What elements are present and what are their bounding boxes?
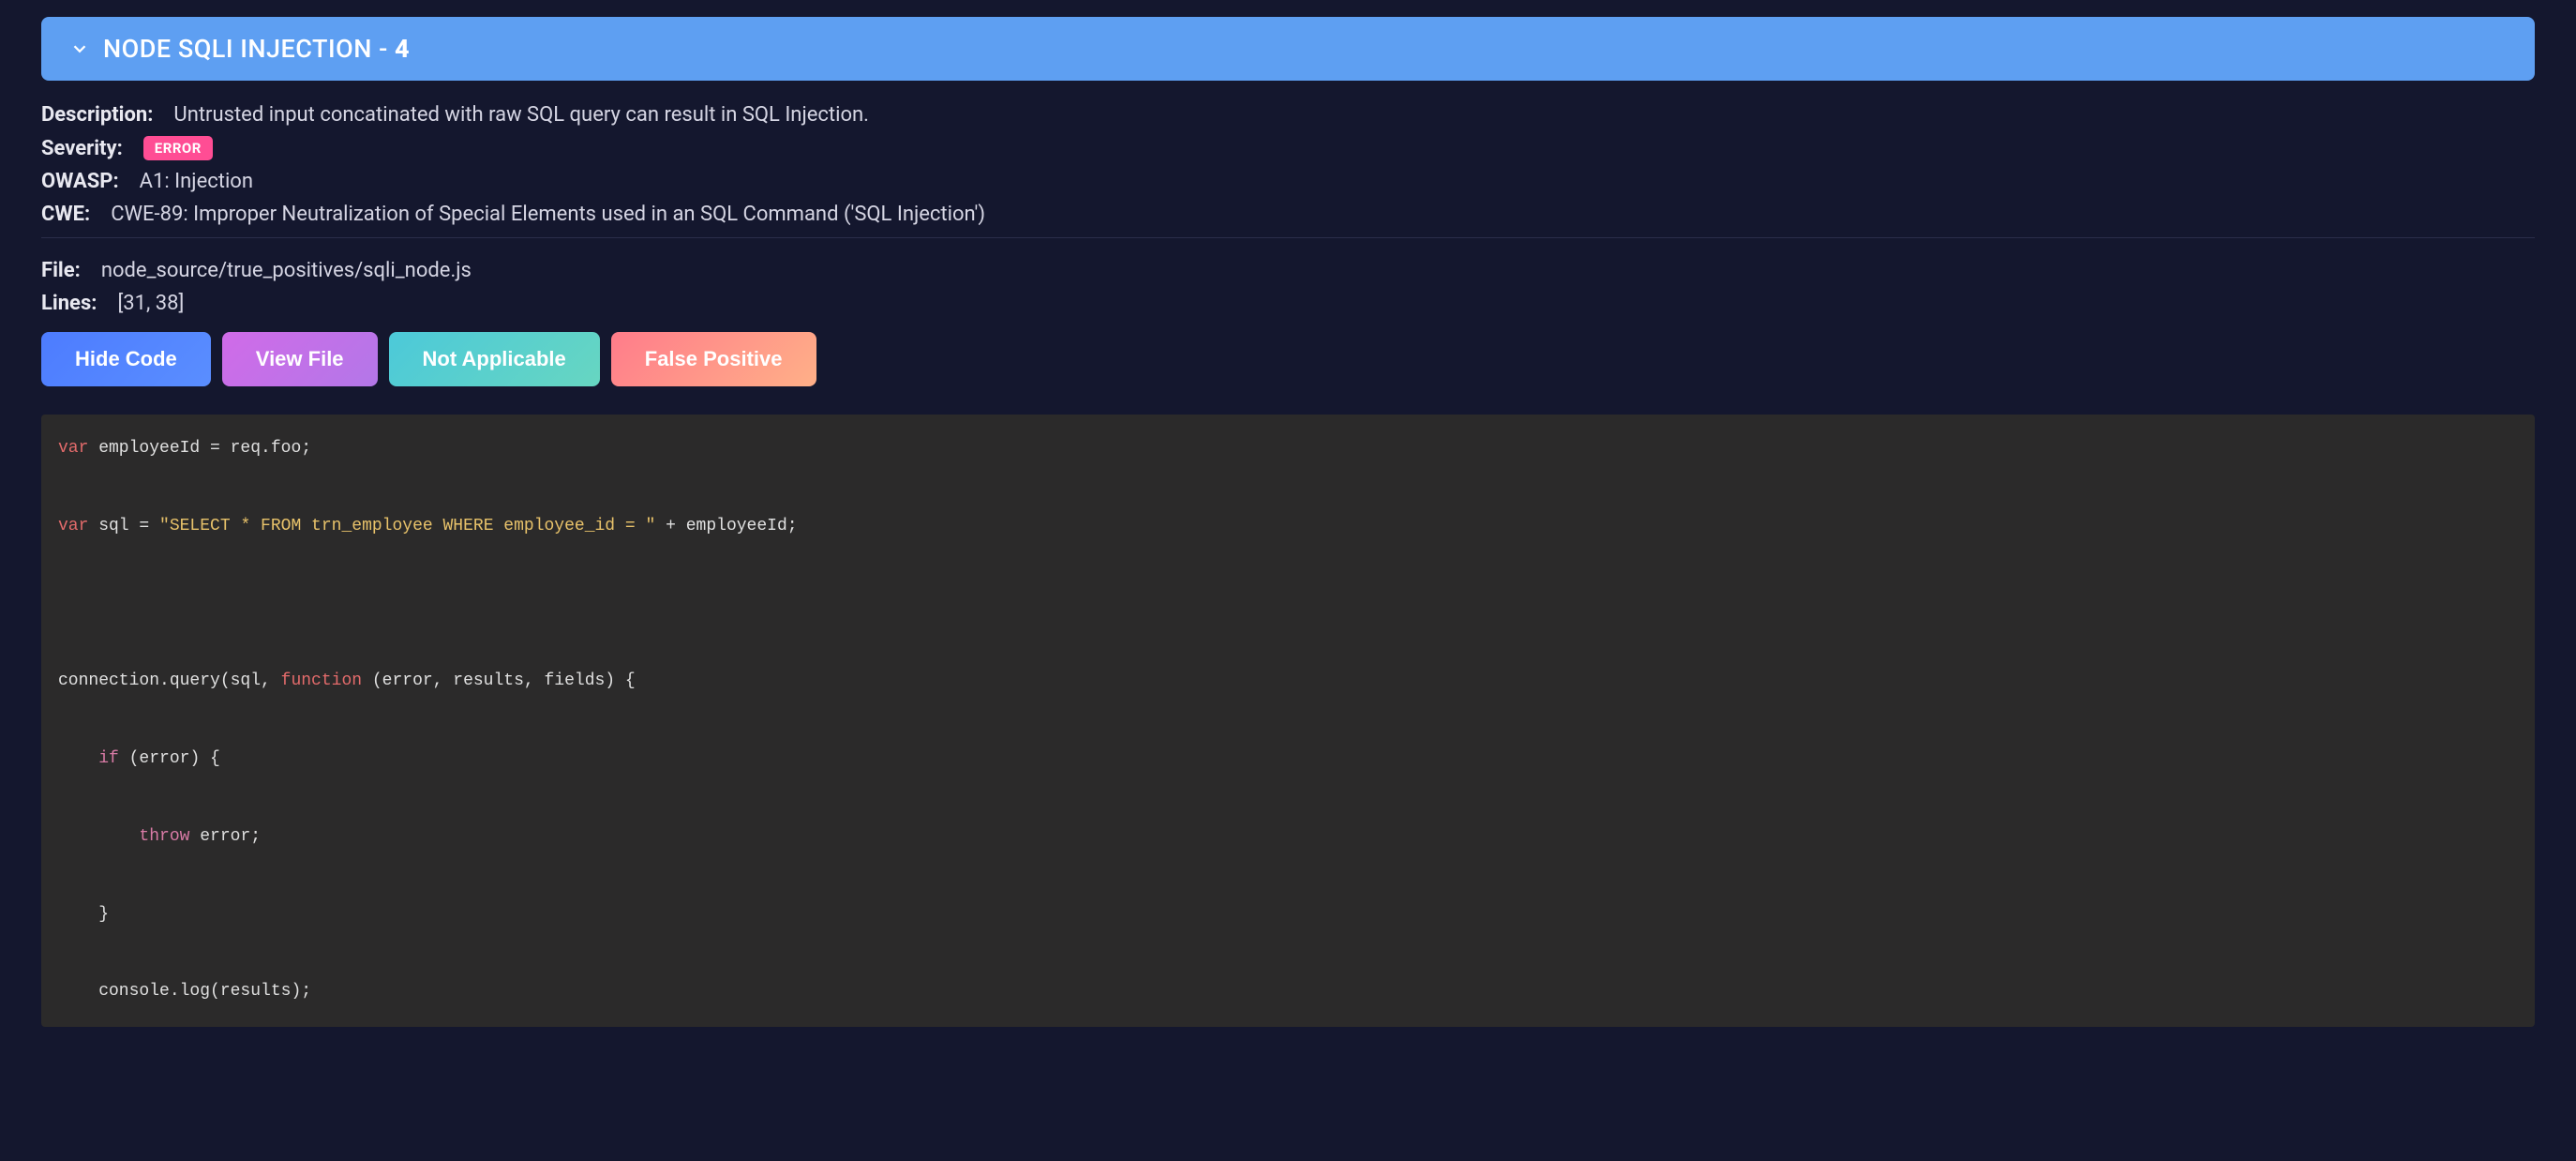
hide-code-button[interactable]: Hide Code [41, 332, 211, 386]
not-applicable-button[interactable]: Not Applicable [389, 332, 600, 386]
description-value: Untrusted input concatinated with raw SQ… [173, 103, 869, 127]
file-label: File: [41, 259, 81, 282]
divider [41, 237, 2535, 238]
file-value: node_source/true_positives/sqli_node.js [101, 259, 472, 282]
finding-title: NODE SQLI INJECTION - 4 [103, 34, 410, 64]
view-file-button[interactable]: View File [222, 332, 378, 386]
cwe-value: CWE-89: Improper Neutralization of Speci… [111, 203, 985, 226]
lines-value: [31, 38] [117, 292, 184, 315]
owasp-value: A1: Injection [140, 170, 253, 193]
code-snippet: var employeeId = req.foo; var sql = "SEL… [41, 415, 2535, 1027]
cwe-label: CWE: [41, 203, 90, 226]
description-label: Description: [41, 103, 153, 127]
action-buttons: Hide Code View File Not Applicable False… [41, 332, 2535, 386]
finding-meta: Description: Untrusted input concatinate… [41, 81, 2535, 403]
chevron-down-icon [69, 38, 90, 59]
lines-label: Lines: [41, 292, 97, 315]
owasp-label: OWASP: [41, 170, 119, 193]
false-positive-button[interactable]: False Positive [611, 332, 816, 386]
severity-badge: ERROR [143, 136, 213, 160]
finding-header[interactable]: NODE SQLI INJECTION - 4 [41, 17, 2535, 81]
severity-label: Severity: [41, 137, 123, 160]
